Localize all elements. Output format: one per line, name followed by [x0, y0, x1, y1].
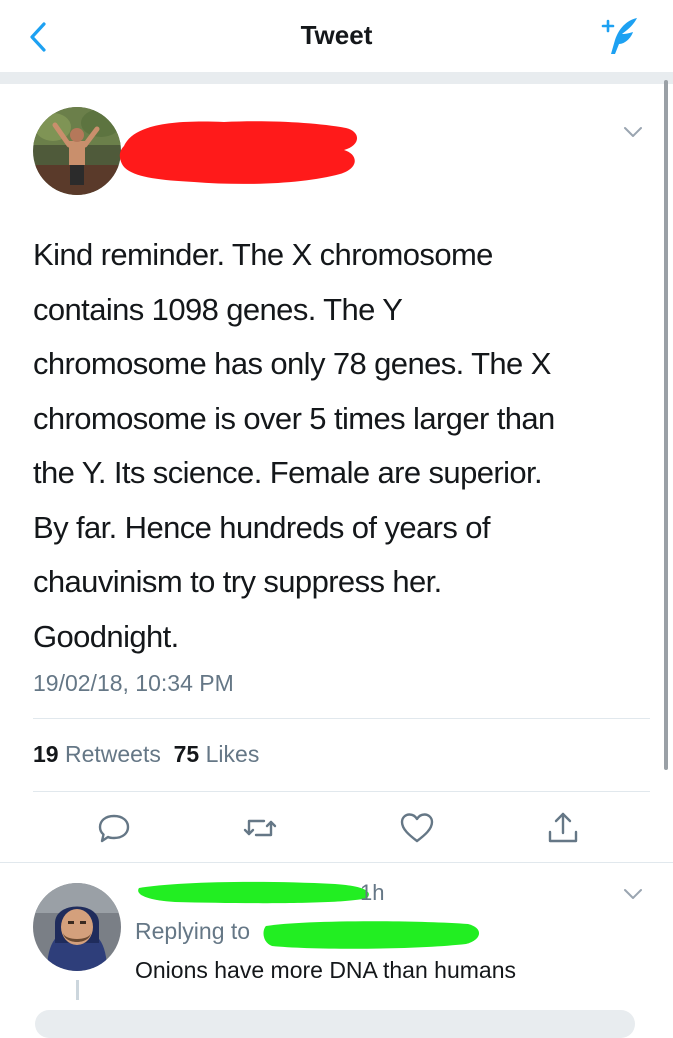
retweets-count: 19 [33, 741, 59, 767]
chevron-down-icon[interactable] [622, 124, 644, 140]
retweets-label: Retweets [64, 741, 161, 767]
tweet-stats: 19 Retweets 75 Likes [33, 741, 259, 768]
retweets-stat[interactable]: 19 Retweets [33, 741, 161, 767]
tweet-text: Kind reminder. The X chromosome contains… [33, 228, 643, 664]
reply-input-bar[interactable] [35, 1010, 635, 1038]
replying-to-label: Replying to [135, 918, 251, 944]
likes-count: 75 [173, 741, 200, 767]
heart-icon[interactable] [397, 808, 437, 848]
page-title: Tweet [300, 20, 373, 50]
avatar-photo [33, 107, 121, 195]
avatar-photo [33, 883, 121, 971]
nav-separator [0, 72, 673, 84]
likes-stat[interactable]: 75 Likes [174, 741, 260, 767]
tweet-text-line: Goodnight. [33, 618, 179, 654]
redacted-username [138, 881, 369, 904]
retweet-icon[interactable] [240, 808, 280, 848]
tweet-text-line: the Y. Its science. Female are superior. [33, 455, 543, 490]
tweet-text-line: chromosome has only 78 genes. The X [33, 346, 551, 381]
tweet-timestamp: 19/02/18, 10:34 PM [33, 670, 234, 696]
divider [0, 862, 673, 863]
share-icon[interactable] [543, 808, 583, 848]
tweet-text-line: contains 1098 genes. The Y [33, 291, 403, 327]
chevron-down-icon[interactable] [622, 886, 644, 902]
tweet-text-line: chromosome is over 5 times larger than [33, 400, 555, 436]
reply-text: Onions have more DNA than humans [135, 957, 516, 983]
author-avatar[interactable] [33, 107, 121, 195]
divider [33, 718, 650, 719]
tweet-text-line: chauvinism to try suppress her. [33, 564, 442, 599]
thread-line [76, 980, 79, 1000]
likes-label: Likes [205, 741, 260, 767]
scroll-indicator[interactable] [664, 80, 668, 770]
tweet-text-line: Kind reminder. The X chromosome [33, 237, 493, 272]
divider [33, 791, 650, 792]
compose-tweet-icon[interactable] [597, 14, 643, 58]
tweet-text-line: By far. Hence hundreds of years of [33, 509, 491, 545]
reply-timestamp: 1h [360, 880, 385, 905]
navigation-bar: Tweet [0, 0, 673, 72]
redacted-username [119, 121, 358, 184]
reply-author-avatar[interactable] [33, 883, 121, 971]
redacted-mention [263, 921, 480, 949]
reply-icon[interactable] [94, 808, 134, 848]
